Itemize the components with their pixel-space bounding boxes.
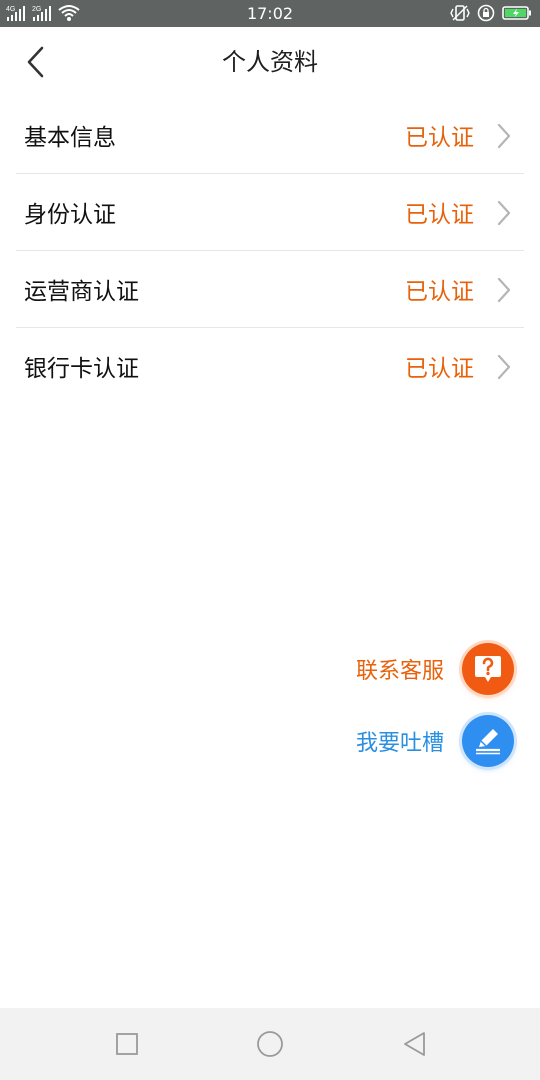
status-bar: 4G 2G 17:02 (0, 0, 540, 27)
customer-service-button[interactable] (462, 643, 514, 695)
verified-status: 已认证 (405, 356, 474, 382)
feedback-label[interactable]: 我要吐槽 (356, 725, 444, 757)
home-icon (257, 1031, 283, 1057)
profile-list: 基本信息 已认证 身份认证 已认证 运营商认证 已认证 银行卡认证 已认证 (0, 97, 540, 404)
chevron-right-icon (497, 123, 511, 149)
chevron-right-icon (497, 277, 511, 303)
recent-apps-icon (116, 1033, 138, 1055)
verified-status: 已认证 (405, 202, 474, 228)
chevron-right-icon (497, 354, 511, 380)
page-title: 个人资料 (222, 48, 318, 76)
list-item-identity[interactable]: 身份认证 已认证 (16, 174, 524, 251)
feedback-action[interactable]: 我要吐槽 (356, 715, 514, 767)
list-item-bank-card[interactable]: 银行卡认证 已认证 (16, 328, 524, 404)
recent-apps-button[interactable] (109, 1028, 145, 1060)
vibrate-icon (450, 5, 470, 21)
battery-charging-icon (502, 6, 531, 20)
verified-status: 已认证 (405, 279, 474, 305)
item-label: 运营商认证 (24, 279, 139, 305)
list-item-carrier[interactable]: 运营商认证 已认证 (16, 251, 524, 328)
help-chat-icon (475, 656, 501, 682)
back-icon (404, 1032, 425, 1056)
customer-service-action[interactable]: 联系客服 (356, 643, 514, 695)
list-item-basic-info[interactable]: 基本信息 已认证 (16, 97, 524, 174)
item-label: 银行卡认证 (24, 356, 139, 382)
feedback-button[interactable] (462, 715, 514, 767)
verified-status: 已认证 (405, 125, 474, 151)
item-label: 基本信息 (24, 125, 116, 151)
home-button[interactable] (252, 1028, 288, 1060)
rotation-lock-icon (477, 4, 495, 22)
edit-pen-icon (476, 729, 500, 755)
system-nav-bar (0, 1008, 540, 1080)
item-label: 身份认证 (24, 202, 116, 228)
chevron-right-icon (497, 200, 511, 226)
system-back-button[interactable] (397, 1028, 433, 1060)
customer-service-label[interactable]: 联系客服 (356, 653, 444, 685)
status-right (450, 3, 532, 23)
header: 个人资料 (0, 27, 540, 97)
